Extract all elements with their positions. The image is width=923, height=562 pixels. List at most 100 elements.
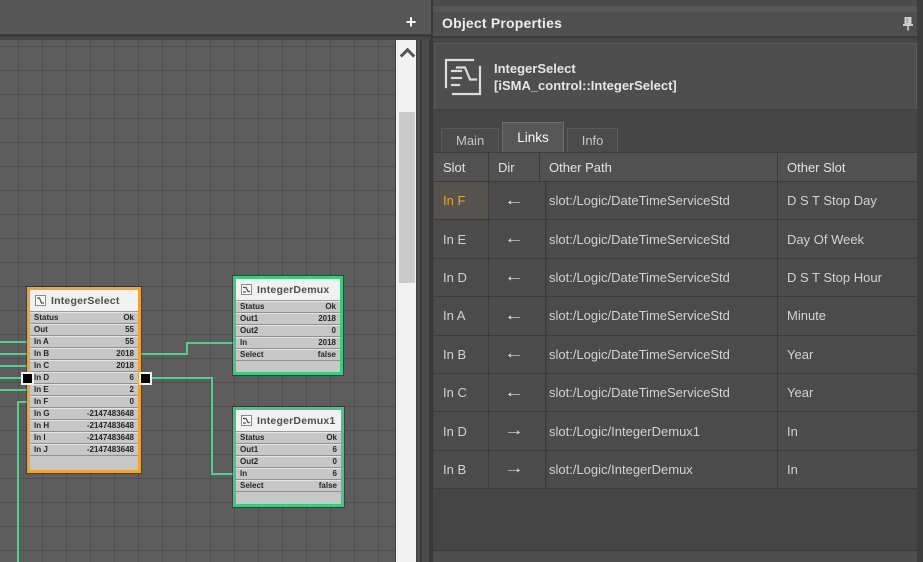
cell-other-path[interactable]: slot:/Logic/DateTimeServiceStd [540,374,778,411]
link-row[interactable]: In B→slot:/Logic/IntegerDemuxIn [434,451,917,489]
node-IntegerDemux1[interactable]: IntegerDemux1 StatusOkOut16Out20In6Select… [233,407,344,507]
cell-other-slot[interactable]: D S T Stop Day [778,182,917,219]
panel-title-bar: Object Properties [433,0,917,38]
slot-value: 2018 [318,337,336,348]
cell-other-path[interactable]: slot:/Logic/DateTimeServiceStd [540,182,778,219]
arrow-left-icon: ← [483,336,547,373]
node-header[interactable]: IntegerSelect [30,290,138,312]
node-header[interactable]: IntegerDemux [236,279,340,301]
cell-other-path[interactable]: slot:/Logic/IntegerDemux [540,451,778,488]
cell-other-slot[interactable]: In [778,412,917,449]
node-slot-in-g[interactable]: In G-2147483648 [30,408,138,420]
node-IntegerDemux[interactable]: IntegerDemuxStatusOkOut12018Out20In2018S… [233,276,343,375]
slot-label: In E [34,384,49,395]
link-row[interactable]: In A←slot:/Logic/DateTimeServiceStdMinut… [434,297,917,335]
cell-other-slot[interactable]: Day Of Week [778,220,917,257]
table-header-row: SlotDirOther PathOther Slot [434,152,917,182]
slot-label: In I [34,432,46,443]
cell-other-slot[interactable]: Minute [778,297,917,334]
node-slot-status[interactable]: StatusOk [236,432,341,444]
node-slot-in-i[interactable]: In I-2147483648 [30,432,138,444]
node-slot-in-a[interactable]: In A55 [30,336,138,348]
node-slot-status[interactable]: StatusOk [30,312,138,324]
function-block-icon [444,58,482,96]
node-slot-select[interactable]: Selectfalse [236,480,341,492]
slot-label: Out2 [240,325,258,336]
slot-value: 2018 [116,360,134,371]
cell-slot[interactable]: In D [434,412,489,449]
tab-links[interactable]: Links [502,122,564,152]
node-slot-in-f[interactable]: In F0 [30,396,138,408]
node-slot-in-e[interactable]: In E 2 [30,384,138,396]
link-handle-right[interactable] [141,374,150,383]
node-slot-out1[interactable]: Out16 [236,444,341,456]
node-title: IntegerDemux1 [257,415,335,427]
tab-main[interactable]: Main [441,128,499,152]
cell-other-slot[interactable]: In [778,451,917,488]
slot-label: In C [34,360,49,371]
node-slot-status[interactable]: StatusOk [236,301,340,313]
tab-info[interactable]: Info [567,128,619,152]
column-header-other-slot[interactable]: Other Slot [778,153,917,181]
node-slot-out2[interactable]: Out20 [236,325,340,337]
cell-other-path[interactable]: slot:/Logic/IntegerDemux1 [540,412,778,449]
link-row[interactable]: In D→slot:/Logic/IntegerDemux1In [434,412,917,450]
slot-label: In [240,337,247,348]
cell-other-slot[interactable]: Year [778,374,917,411]
link-row[interactable]: In B←slot:/Logic/DateTimeServiceStdYear [434,336,917,374]
slot-label: In J [34,444,48,455]
cell-other-slot[interactable]: Year [778,336,917,373]
link-row[interactable]: In F←slot:/Logic/DateTimeServiceStdD S T… [434,182,917,220]
column-header-other-path[interactable]: Other Path [540,153,778,181]
node-IntegerSelect[interactable]: IntegerSelectStatusOkOut55In A55In B2018… [27,287,141,473]
canvas-vertical-scrollbar[interactable] [395,40,416,562]
node-slot-in-d[interactable]: In D6 [30,372,138,384]
cell-slot[interactable]: In D [434,259,489,296]
node-slot-in[interactable]: In 2018 [236,337,340,349]
cell-other-slot[interactable]: D S T Stop Hour [778,259,917,296]
cell-slot[interactable]: In A [434,297,489,334]
link-wire [139,378,235,474]
cell-slot[interactable]: In F [434,182,489,219]
node-slot-out2[interactable]: Out20 [236,456,341,468]
arrow-left-icon: ← [483,259,547,296]
node-slot-out1[interactable]: Out12018 [236,313,340,325]
cell-slot[interactable]: In B [434,451,489,488]
slot-value: 2 [130,384,134,395]
wiresheet-tab-strip: + [0,0,431,37]
cell-slot[interactable]: In C [434,374,489,411]
node-slot-in-h[interactable]: In H-2147483648 [30,420,138,432]
chevron-up-icon [400,48,416,64]
node-header[interactable]: IntegerDemux1 [236,410,341,432]
scrollbar-up-button[interactable] [397,40,417,59]
cell-other-path[interactable]: slot:/Logic/DateTimeServiceStd [540,220,778,257]
cell-slot[interactable]: In B [434,336,489,373]
link-row[interactable]: In D←slot:/Logic/DateTimeServiceStdD S T… [434,259,917,297]
slot-label: Status [240,301,264,312]
link-handle-left[interactable] [23,374,32,383]
select-block-icon [35,295,46,306]
cell-other-path[interactable]: slot:/Logic/DateTimeServiceStd [540,336,778,373]
scrollbar-thumb[interactable] [399,112,415,283]
node-slot-out[interactable]: Out55 [30,324,138,336]
node-slot-select[interactable]: Selectfalse [236,349,340,361]
component-name: IntegerSelect [494,60,677,77]
slot-value: Ok [123,312,134,323]
pin-panel-icon[interactable] [902,16,914,31]
node-slot-in-b[interactable]: In B2018 [30,348,138,360]
node-slot-in-j[interactable]: In J-2147483648 [30,444,138,456]
column-header-slot[interactable]: Slot [434,153,489,181]
slot-label: Out1 [240,313,258,324]
node-slot-in-c[interactable]: In C 2018 [30,360,138,372]
cell-other-path[interactable]: slot:/Logic/DateTimeServiceStd [540,259,778,296]
link-row[interactable]: In E←slot:/Logic/DateTimeServiceStdDay O… [434,220,917,258]
link-row[interactable]: In C←slot:/Logic/DateTimeServiceStdYear [434,374,917,412]
cell-other-path[interactable]: slot:/Logic/DateTimeServiceStd [540,297,778,334]
panel-splitter[interactable] [416,40,431,562]
slot-value: 55 [125,324,134,335]
cell-slot[interactable]: In E [434,220,489,257]
wiresheet-canvas[interactable]: IntegerSelectStatusOkOut55In A55In B2018… [0,40,395,562]
add-tab-button[interactable]: + [401,12,421,32]
column-header-dir[interactable]: Dir [489,153,540,181]
node-slot-in[interactable]: In6 [236,468,341,480]
